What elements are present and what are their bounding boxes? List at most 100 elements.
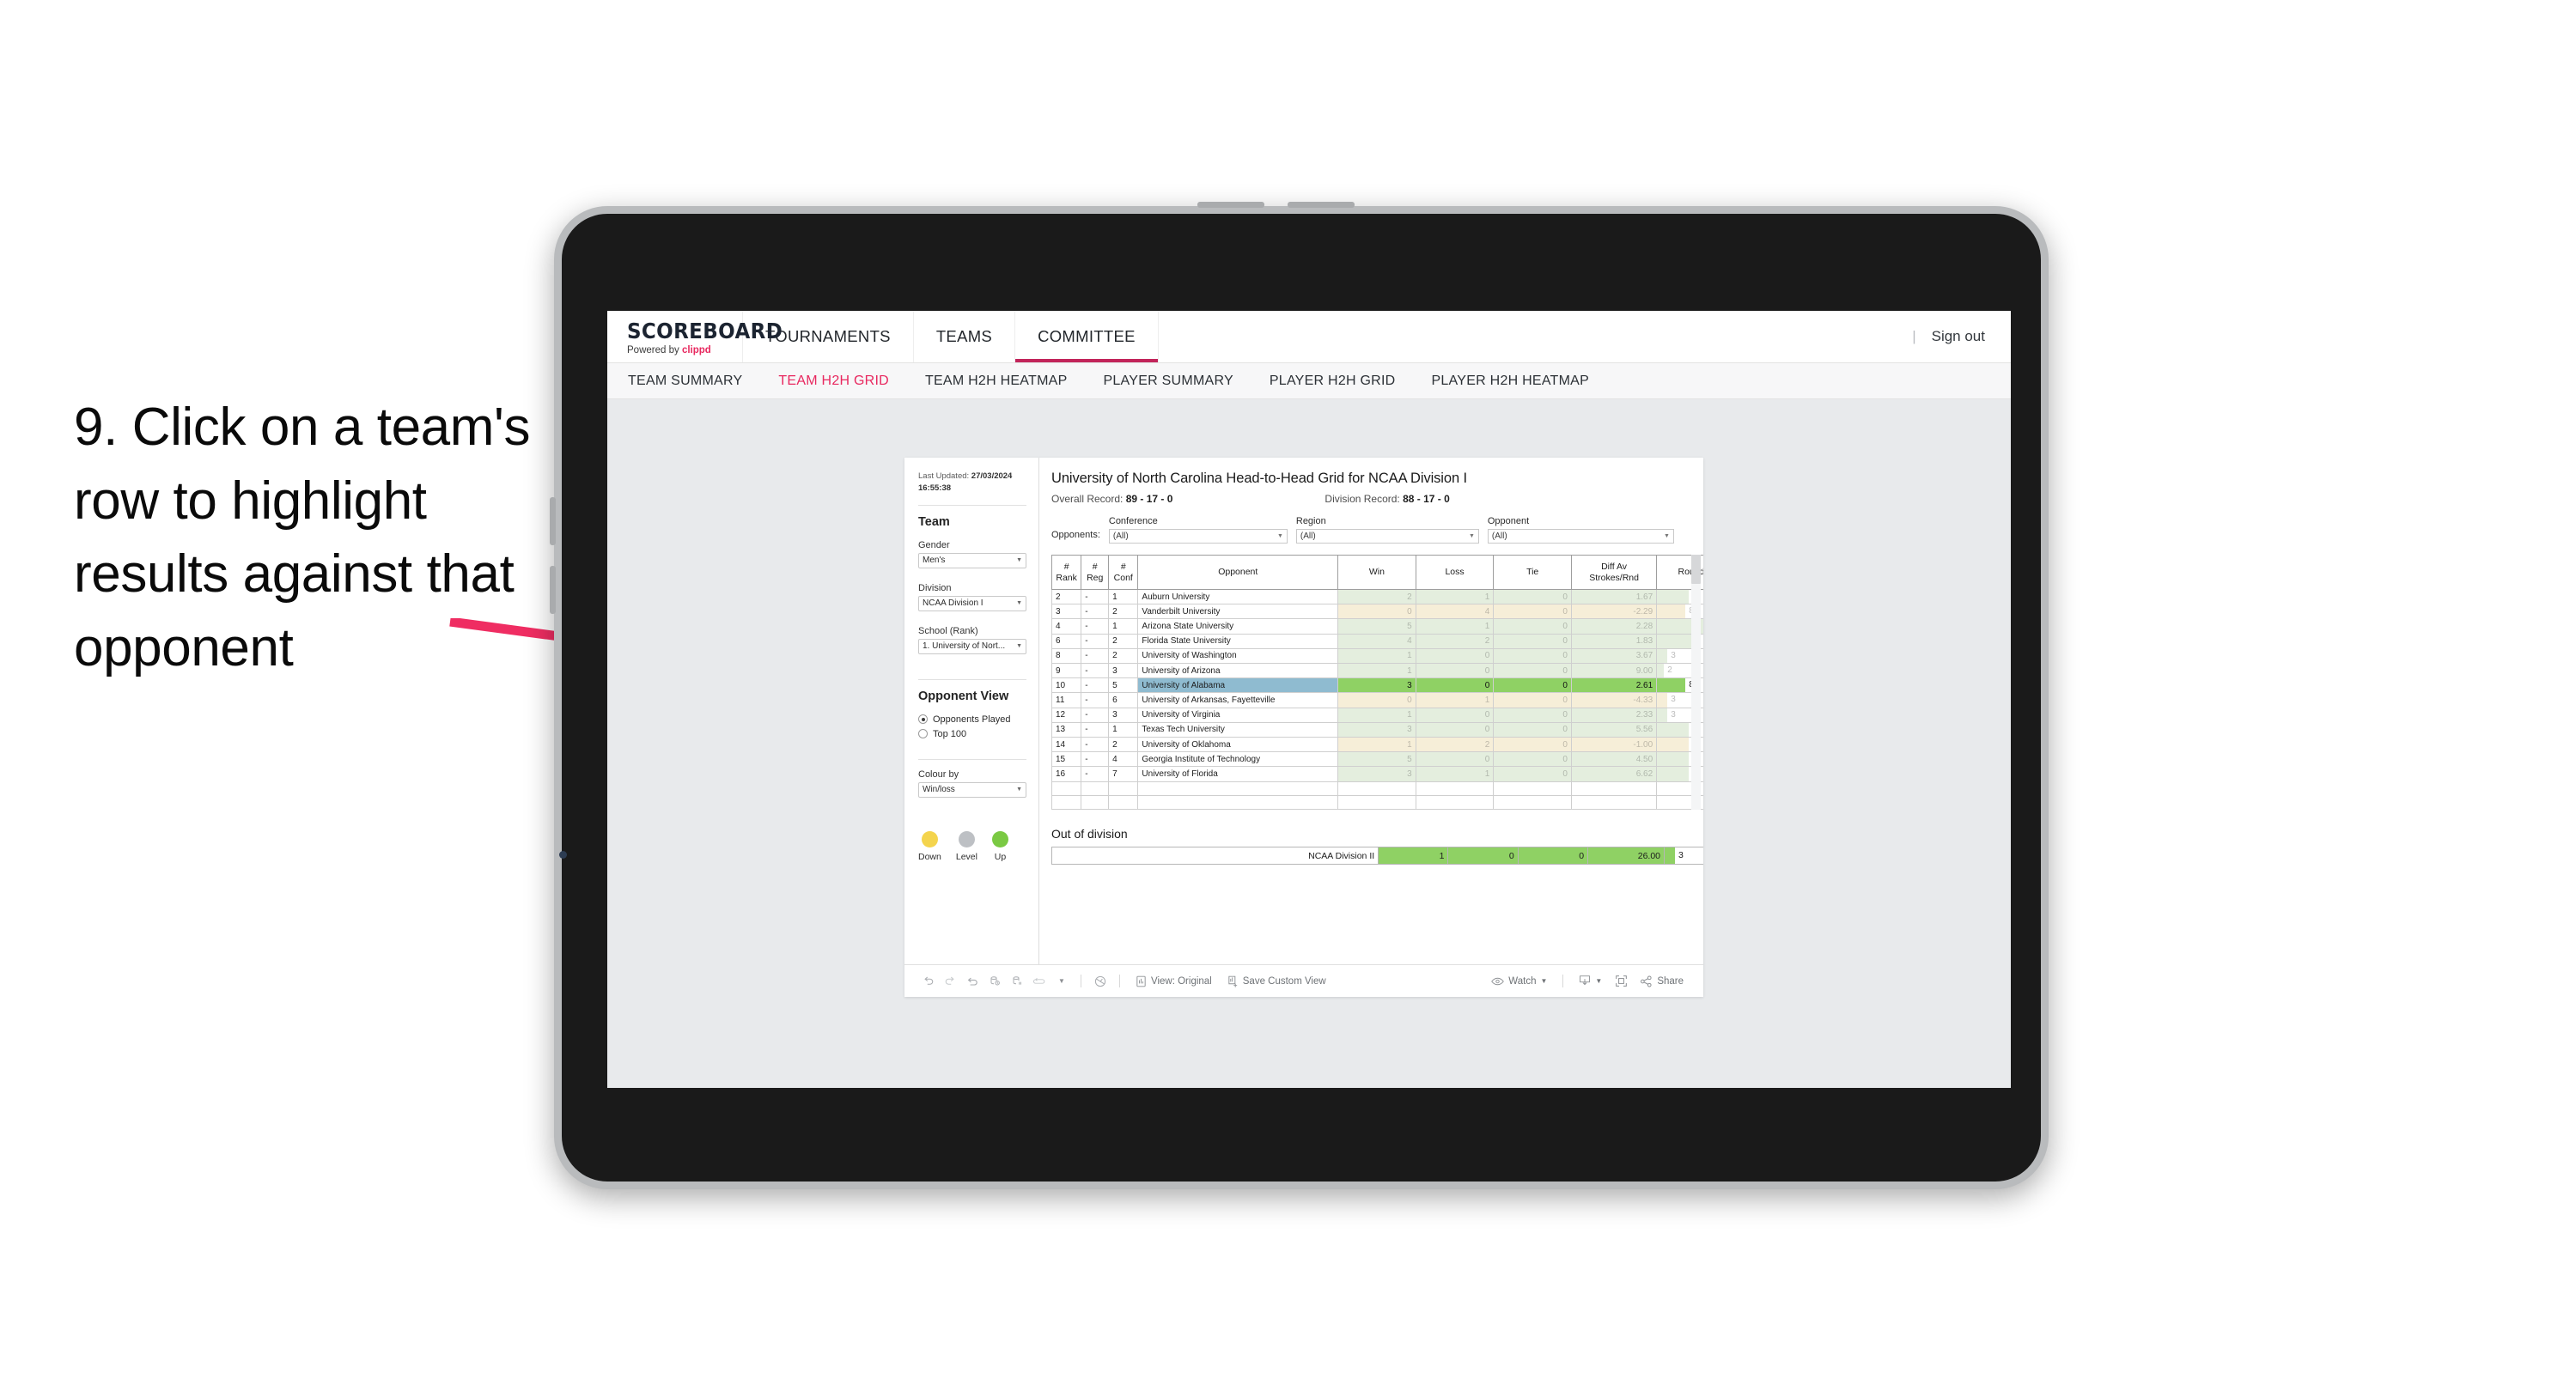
ood-win: 1 bbox=[1378, 847, 1449, 866]
pause-icon[interactable] bbox=[1006, 970, 1028, 993]
cell-reg: - bbox=[1081, 647, 1110, 665]
colour-by-select[interactable]: Win/loss ▼ bbox=[918, 781, 1026, 798]
cell-opponent: Arizona State University bbox=[1137, 618, 1339, 635]
chevron-down-icon: ▼ bbox=[1016, 643, 1022, 650]
topnav-item-teams[interactable]: TEAMS bbox=[914, 311, 1016, 362]
table-row[interactable]: 14-2University of Oklahoma120-1.009 bbox=[1050, 737, 1703, 753]
radio-top-100[interactable]: Top 100 bbox=[918, 729, 1026, 739]
filler-cell bbox=[1081, 794, 1110, 811]
out-of-division-body: NCAA Division II 1 0 0 26.00 3 bbox=[1050, 847, 1703, 866]
cell-loss: 2 bbox=[1415, 633, 1495, 649]
radio-opponents-played[interactable]: Opponents Played bbox=[918, 714, 1026, 725]
revert-icon[interactable] bbox=[961, 970, 984, 993]
gender-select[interactable]: Men's ▼ bbox=[918, 552, 1026, 568]
cell-conf: 5 bbox=[1108, 677, 1139, 694]
division-record-label: Division Record: bbox=[1325, 493, 1404, 505]
cell-opponent: Texas Tech University bbox=[1137, 721, 1339, 738]
cell-loss: 1 bbox=[1415, 618, 1495, 635]
filler-cell bbox=[1570, 781, 1658, 796]
dashboard-icon[interactable] bbox=[1089, 970, 1111, 993]
col-header-reg[interactable]: # Reg bbox=[1081, 555, 1110, 590]
cell-loss: 1 bbox=[1415, 692, 1495, 708]
out-of-division-row[interactable]: NCAA Division II 1 0 0 26.00 3 bbox=[1050, 847, 1703, 866]
subnav-item-player-h2h-heatmap[interactable]: PLAYER H2H HEATMAP bbox=[1431, 374, 1589, 389]
h2h-table-body: 2-1Auburn University2101.6793-2Vanderbil… bbox=[1050, 588, 1703, 811]
table-row[interactable]: 12-3 University of Virginia 1 0 0 2.33 3 bbox=[1050, 707, 1703, 723]
share-button[interactable]: Share bbox=[1632, 975, 1691, 987]
table-scrollbar-track[interactable] bbox=[1691, 555, 1701, 810]
filter-select-region[interactable]: (All) ▼ bbox=[1295, 529, 1479, 544]
filler-cell bbox=[1337, 794, 1416, 811]
loop-dropdown-caret-icon[interactable]: ▼ bbox=[1050, 970, 1073, 993]
top-navigation-bar: SCOREBOARD Powered by clippd TOURNAMENTS… bbox=[607, 311, 2011, 363]
ood-diff: 26.00 bbox=[1587, 847, 1666, 866]
division-select[interactable]: NCAA Division I ▼ bbox=[918, 595, 1026, 611]
subnav-item-player-summary[interactable]: PLAYER SUMMARY bbox=[1103, 374, 1233, 389]
col-header-win[interactable]: Win bbox=[1337, 555, 1416, 590]
col-header-tie[interactable]: Tie bbox=[1493, 555, 1572, 590]
colour-by-value: Win/loss bbox=[923, 785, 955, 795]
cell-reg: - bbox=[1081, 707, 1110, 723]
cell-reg: - bbox=[1081, 721, 1110, 738]
cell-win: 1 bbox=[1337, 737, 1416, 753]
cell-loss: 0 bbox=[1415, 721, 1495, 738]
h2h-table-head: # Rank # Reg # Conf Opponent Win Loss Tie D… bbox=[1050, 555, 1703, 590]
filler-cell bbox=[1137, 794, 1339, 811]
col-header-diff[interactable]: Diff Av Strokes/Rnd bbox=[1570, 555, 1658, 590]
sidebar-heading-opponent-view: Opponent View bbox=[918, 689, 1009, 703]
ood-rounds-value: 3 bbox=[1678, 850, 1684, 861]
logo-tagline: Powered by clippd bbox=[627, 345, 742, 355]
legend-item-up: Up bbox=[991, 830, 1008, 862]
subnav-item-team-h2h-grid[interactable]: TEAM H2H GRID bbox=[778, 374, 889, 389]
cell-diff: 2.28 bbox=[1570, 618, 1658, 635]
filler-cell bbox=[1108, 794, 1139, 811]
col-header-opponent[interactable]: Opponent bbox=[1137, 555, 1339, 590]
save-custom-view-button[interactable]: Save Custom View bbox=[1220, 975, 1334, 987]
legend-label-down: Down bbox=[918, 851, 941, 862]
legend-label-up: Up bbox=[994, 851, 1007, 862]
visualization-body: Last Updated: 27/03/2024 16:55:38 Team G… bbox=[904, 458, 1703, 964]
cell-tie: 0 bbox=[1493, 588, 1572, 605]
table-row[interactable]: 8-2 University of Washington 1 0 0 3.67 3 bbox=[1050, 647, 1703, 665]
table-row[interactable]: 15-4 Georgia Institute of Technology 5 0 0 4.… bbox=[1050, 751, 1703, 768]
table-row[interactable]: 11-6 University of Arkansas, Fayetteville… bbox=[1050, 692, 1703, 708]
topnav-item-committee[interactable]: COMMITTEE bbox=[1015, 311, 1159, 362]
col-header-conf[interactable]: # Conf bbox=[1108, 555, 1139, 590]
filter-select-conference[interactable]: (All) ▼ bbox=[1108, 529, 1288, 544]
chevron-down-icon: ▼ bbox=[1540, 977, 1548, 985]
fullscreen-icon[interactable] bbox=[1610, 970, 1632, 993]
cell-tie: 0 bbox=[1493, 633, 1572, 649]
cell-tie: 0 bbox=[1493, 618, 1572, 635]
loop-icon[interactable] bbox=[1028, 970, 1050, 993]
cell-opponent: University of Florida bbox=[1137, 766, 1339, 782]
cell-rank: 12 bbox=[1050, 707, 1082, 723]
school-select[interactable]: 1. University of Nort... ▼ bbox=[918, 638, 1026, 654]
subnav-item-team-summary[interactable]: TEAM SUMMARY bbox=[628, 374, 742, 389]
table-row[interactable]: 2-1Auburn University2101.679 bbox=[1050, 588, 1703, 605]
refresh-data-icon[interactable] bbox=[984, 970, 1006, 993]
table-row[interactable]: 13-1Texas Tech University3005.569 bbox=[1050, 721, 1703, 738]
cell-conf: 1 bbox=[1108, 618, 1139, 635]
download-button[interactable]: ▼ bbox=[1571, 975, 1610, 987]
table-row[interactable]: 16-7University of Florida3106.629 bbox=[1050, 766, 1703, 782]
app-logo[interactable]: SCOREBOARD Powered by clippd bbox=[607, 311, 783, 362]
signout-button[interactable]: Sign out bbox=[1932, 328, 1985, 345]
subnav-item-team-h2h-heatmap[interactable]: TEAM H2H HEATMAP bbox=[925, 374, 1068, 389]
subnav-item-player-h2h-grid[interactable]: PLAYER H2H GRID bbox=[1270, 374, 1396, 389]
redo-icon[interactable] bbox=[939, 970, 961, 993]
page-title: University of North Carolina Head-to-Hea… bbox=[1051, 471, 1467, 486]
col-header-loss[interactable]: Loss bbox=[1415, 555, 1495, 590]
undo-icon[interactable] bbox=[917, 970, 939, 993]
col-header-rank[interactable]: # Rank bbox=[1050, 555, 1082, 590]
cell-tie: 0 bbox=[1493, 663, 1572, 679]
filter-select-opponent[interactable]: (All) ▼ bbox=[1487, 529, 1674, 544]
table-row[interactable]: 6-2Florida State University4201.8312 bbox=[1050, 633, 1703, 649]
table-row[interactable]: 4-1Arizona State University5102.2817 bbox=[1050, 618, 1703, 635]
cell-loss: 4 bbox=[1415, 604, 1495, 620]
table-scrollbar-thumb[interactable] bbox=[1691, 555, 1701, 584]
table-row[interactable]: 9-3 University of Arizona 1 0 0 9.00 2 bbox=[1050, 663, 1703, 679]
watch-button[interactable]: Watch ▼ bbox=[1483, 976, 1555, 987]
view-original-button[interactable]: View: Original bbox=[1128, 975, 1220, 987]
table-row[interactable]: 3-2Vanderbilt University040-2.298 bbox=[1050, 604, 1703, 620]
table-row[interactable]: 10-5University of Alabama3002.618 bbox=[1050, 677, 1703, 694]
